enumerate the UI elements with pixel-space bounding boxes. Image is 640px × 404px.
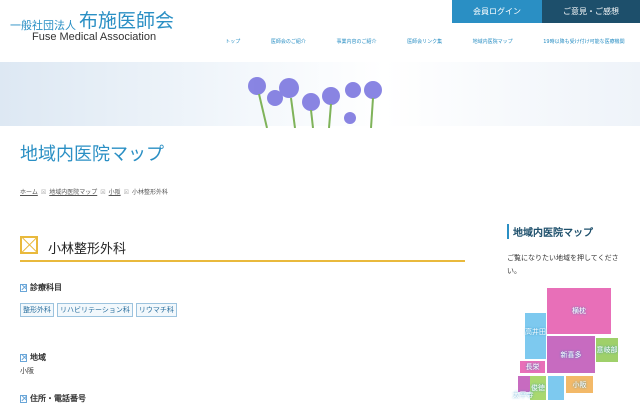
address-heading-text: 住所・電話番号: [30, 394, 86, 403]
area-taiheiji[interactable]: 太平寺: [508, 390, 538, 400]
broken-image-icon: [20, 394, 27, 403]
nav-services[interactable]: 事業内容のご紹介: [336, 38, 376, 45]
broken-image-icon: [20, 353, 27, 362]
sidebar-text: ご覧になりたい地域を押してください。: [507, 254, 619, 275]
hero-banner: [0, 62, 640, 128]
department-tag: リハビリテーション科: [57, 303, 133, 317]
area-map-block: [548, 376, 564, 400]
main-nav: トップ 医師会のご紹介 事業内容のご紹介 医師会リンク集 地域内医院マップ 19…: [210, 38, 640, 45]
broken-image-icon: [20, 283, 27, 292]
area-heading-text: 地域: [30, 353, 46, 362]
breadcrumb-home[interactable]: ホーム: [20, 189, 38, 196]
department-tags: 整形外科 リハビリテーション科 リウマチ科: [20, 303, 177, 317]
bellflower-image: [248, 77, 382, 128]
member-login-button[interactable]: 会員ログイン: [452, 0, 542, 23]
area-shinkita[interactable]: 新喜多: [547, 336, 595, 373]
nav-map[interactable]: 地域内医院マップ: [473, 38, 513, 45]
area-heading: 地域: [20, 352, 46, 363]
org-name-en: Fuse Medical Association: [32, 31, 157, 43]
nav-night-clinics[interactable]: 19時以降も受け付け可能な医療機関: [543, 38, 624, 45]
opinion-button[interactable]: ご意見・ご感想: [542, 0, 640, 23]
breadcrumb-map[interactable]: 地域内医院マップ: [49, 189, 97, 196]
dept-heading-text: 診療科目: [30, 283, 62, 292]
area-ikibe[interactable]: 意岐部: [596, 338, 618, 362]
logo[interactable]: 一般社団法人 布施医師会 Fuse Medical Association: [10, 6, 174, 43]
broken-image-icon: [20, 236, 38, 254]
area-takaida[interactable]: 高井田: [525, 313, 546, 359]
area-choei[interactable]: 長栄: [520, 361, 545, 373]
breadcrumb: ホーム ☒ 地域内医院マップ ☒ 小阪 ☒ 小林整形外科: [20, 189, 169, 196]
org-name: 布施医師会: [79, 10, 175, 32]
page-title: 地域内医院マップ: [20, 144, 164, 165]
department-tag: リウマチ科: [135, 303, 177, 317]
department-tag: 整形外科: [20, 303, 54, 317]
nav-links[interactable]: 医師会リンク集: [407, 38, 442, 45]
area-kosaka[interactable]: 小阪: [566, 376, 593, 393]
area-yokomakura[interactable]: 横枕: [547, 288, 611, 334]
clinic-title: 小林整形外科: [20, 230, 465, 262]
address-heading: 住所・電話番号: [20, 393, 86, 404]
dept-heading: 診療科目: [20, 282, 62, 293]
nav-about[interactable]: 医師会のご紹介: [271, 38, 306, 45]
nav-top[interactable]: トップ: [225, 38, 240, 45]
breadcrumb-current: 小林整形外科: [132, 189, 169, 196]
area-value: 小阪: [20, 367, 34, 375]
clinic-name: 小林整形外科: [48, 241, 127, 257]
breadcrumb-area[interactable]: 小阪: [109, 189, 121, 196]
sidebar-heading: 地域内医院マップ: [507, 224, 593, 239]
